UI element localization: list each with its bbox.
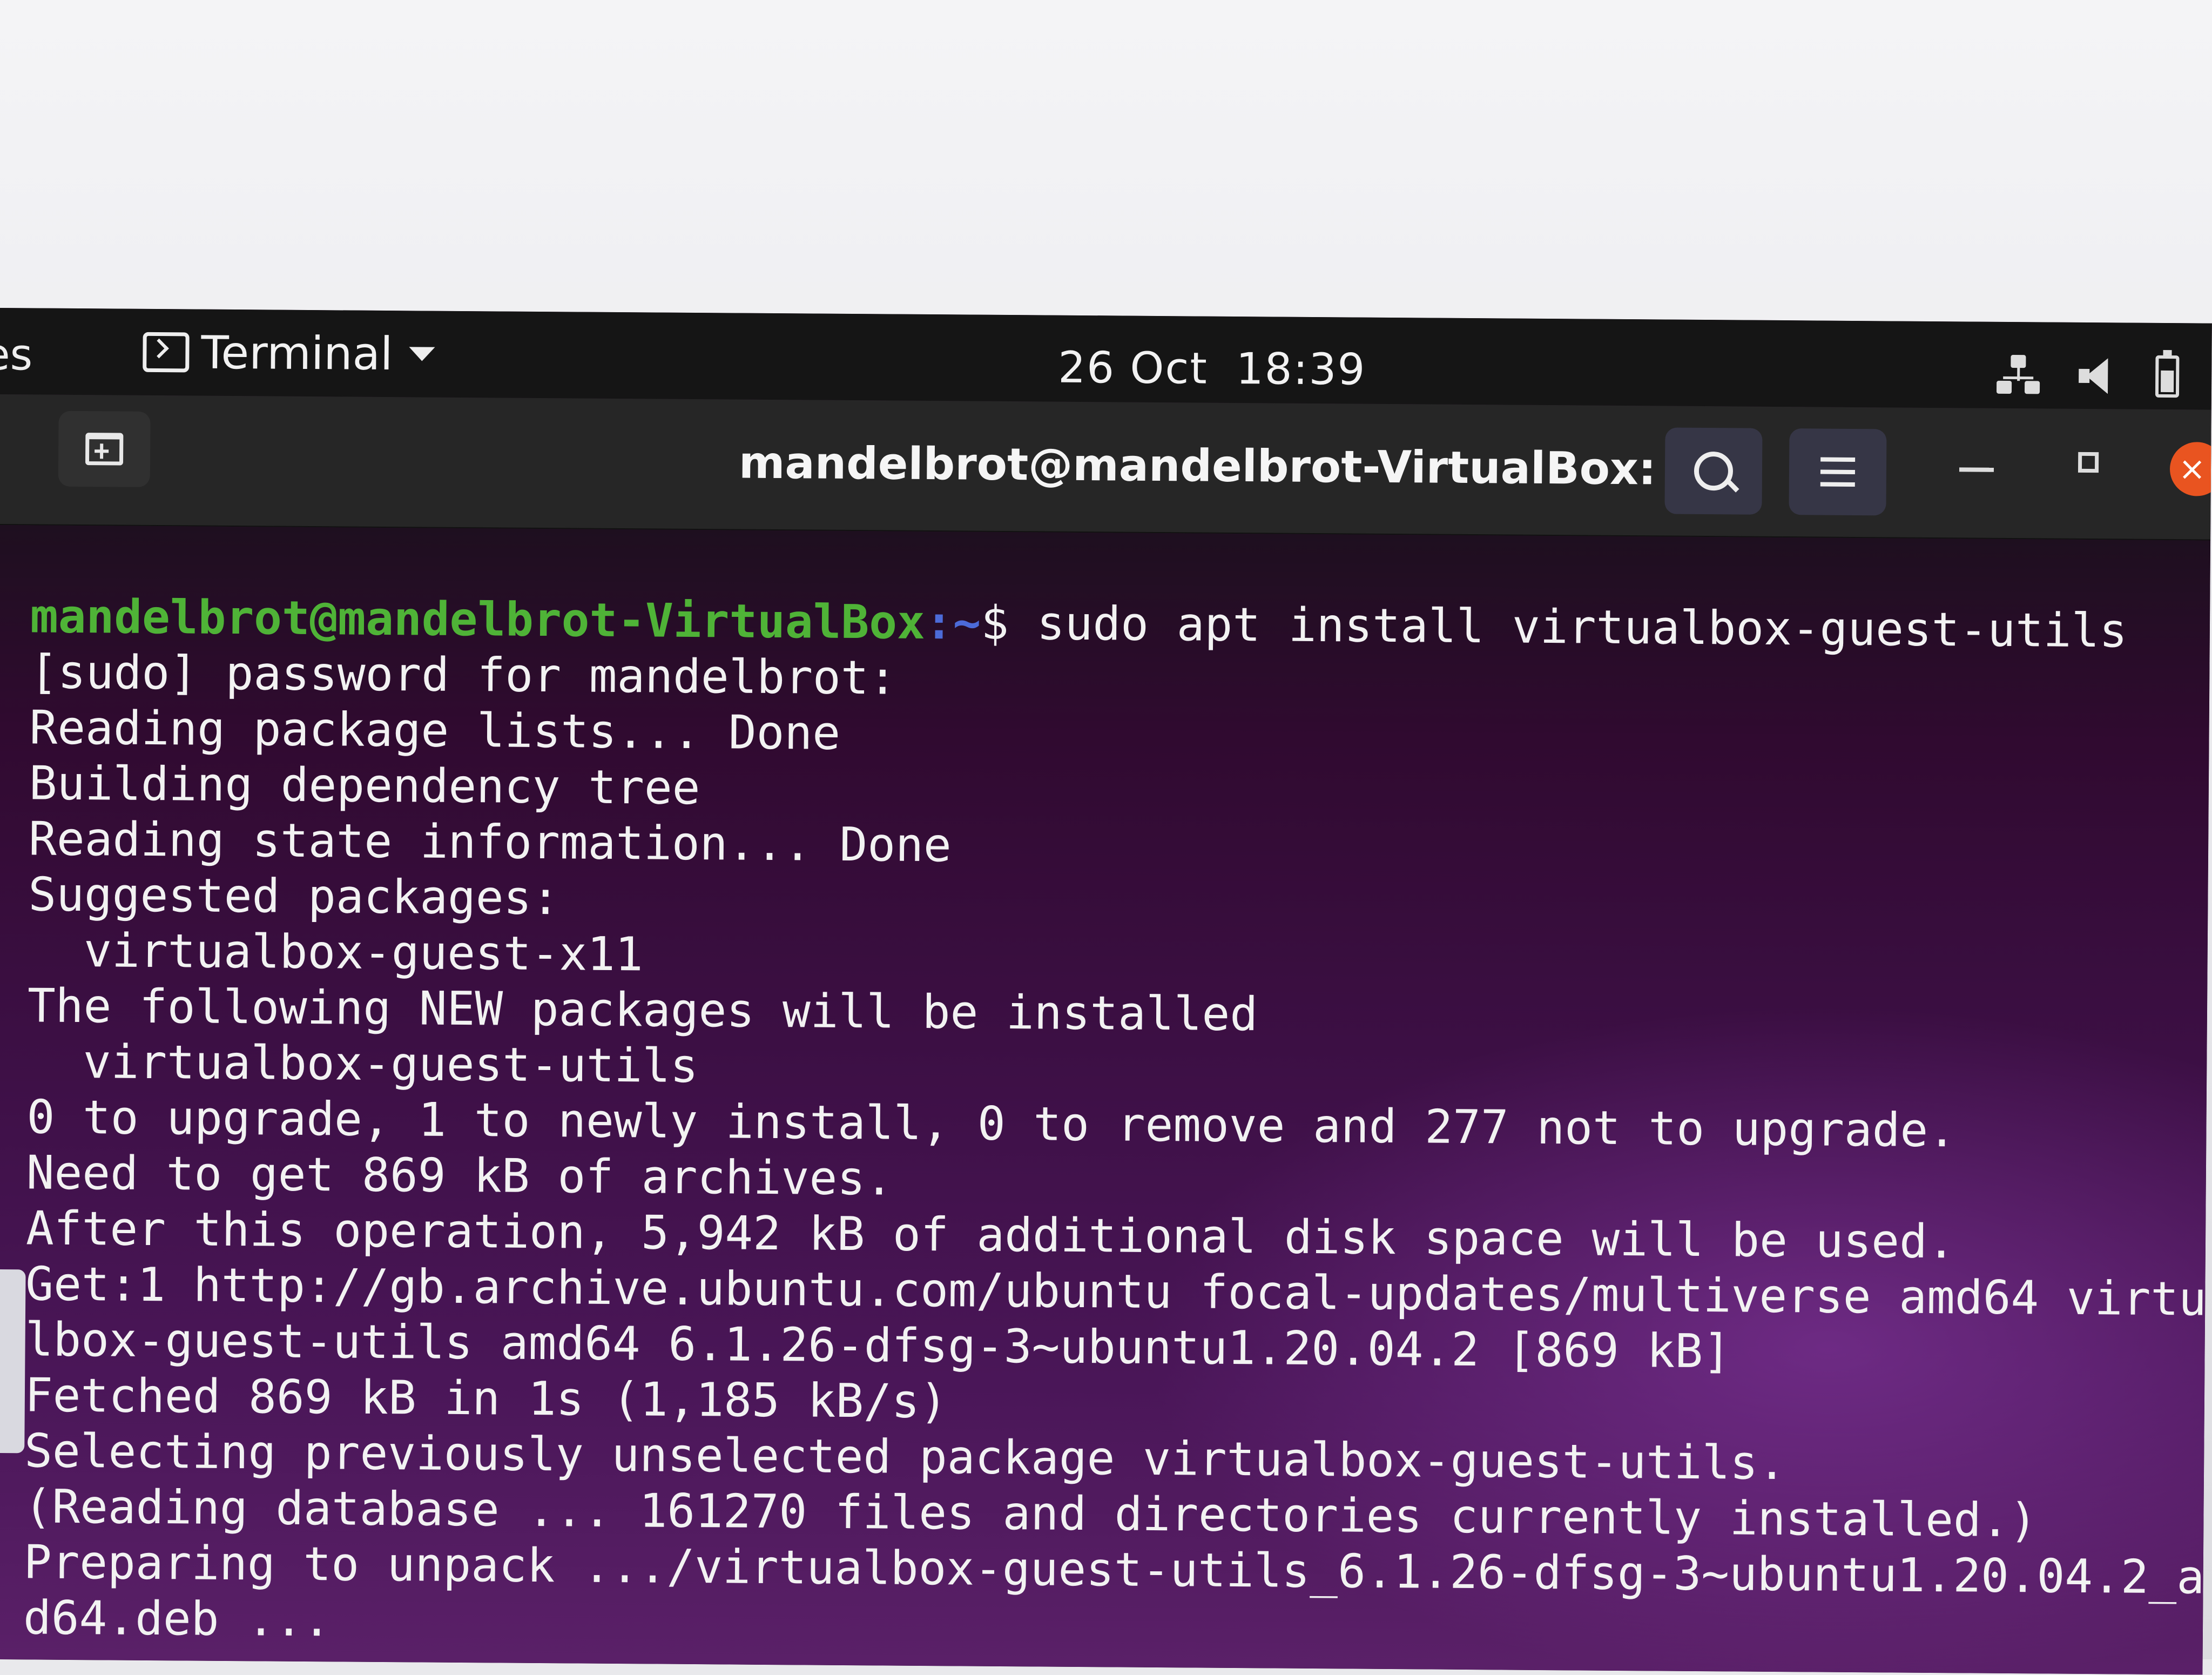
new-tab-icon <box>85 433 124 466</box>
close-icon: × <box>2178 450 2206 488</box>
volume-icon <box>2079 358 2116 394</box>
clock[interactable]: 26 Oct 18:39 <box>1058 342 1366 395</box>
search-icon <box>1694 451 1734 491</box>
minimize-button[interactable] <box>1959 467 1994 472</box>
terminal-headerbar: mandelbrot@mandelbrot-VirtualBox: ~ × <box>0 394 2212 541</box>
menu-button[interactable] <box>1789 428 1887 516</box>
prompt-user: mandelbrot@mandelbrot-VirtualBox <box>30 589 926 650</box>
prompt-symbol: $ <box>981 596 1037 651</box>
clock-time: 18:39 <box>1236 343 1366 395</box>
app-menu-label: Terminal <box>201 326 393 381</box>
battery-icon <box>2155 355 2180 398</box>
hamburger-menu-icon <box>1820 457 1856 487</box>
chevron-down-icon <box>409 347 435 361</box>
terminal-output[interactable]: mandelbrot@mandelbrot-VirtualBox:~$ sudo… <box>0 524 2212 1675</box>
window-title: mandelbrot@mandelbrot-VirtualBox: ~ <box>738 437 1709 496</box>
new-tab-button[interactable] <box>58 411 151 487</box>
app-menu-terminal[interactable]: Terminal <box>143 325 435 381</box>
activities-button[interactable]: es <box>0 329 33 380</box>
screen: es Terminal 26 Oct 18:39 mandelbrot@mand… <box>0 308 2212 1675</box>
system-tray[interactable] <box>1996 354 2180 398</box>
clock-date: 26 Oct <box>1057 342 1209 394</box>
terminal-icon <box>143 332 190 373</box>
maximize-button[interactable] <box>2078 452 2099 473</box>
dock-edge <box>0 1269 26 1454</box>
prompt-path: :~ <box>925 595 981 650</box>
close-button[interactable]: × <box>2169 442 2212 496</box>
network-icon <box>1996 354 2040 396</box>
command-text: sudo apt install virtualbox-guest-utils <box>1036 596 2128 658</box>
search-button[interactable] <box>1664 427 1763 515</box>
top-bar: es Terminal 26 Oct 18:39 <box>0 308 2212 410</box>
